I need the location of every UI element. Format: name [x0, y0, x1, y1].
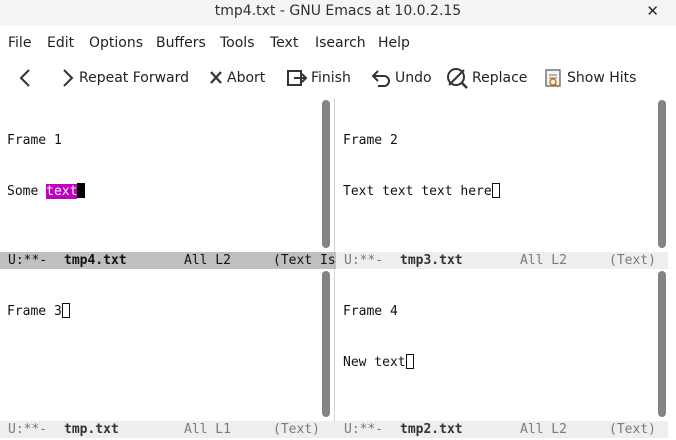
modeline-buffer-name[interactable]: tmp2.txt — [400, 421, 463, 438]
frame-3-text: Frame 3 — [7, 269, 70, 354]
frame-4-scrollbar[interactable] — [656, 269, 668, 421]
repeat-forward-label: Repeat Forward — [79, 70, 190, 86]
modeline-position: All L2 — [184, 253, 231, 268]
frame-4-modeline[interactable]: U:**- tmp2.txt All L2 (Text) — [336, 421, 668, 438]
replace-button[interactable]: Replace — [445, 67, 527, 89]
cursor — [77, 183, 86, 198]
frame-3-modeline[interactable]: U:**- tmp.txt All L1 (Text) — [0, 421, 336, 438]
close-x-icon — [210, 71, 222, 84]
frame-3-scroll-thumb[interactable] — [322, 271, 330, 417]
modeline-mode[interactable]: (Text Is — [273, 252, 336, 269]
cursor — [61, 303, 70, 318]
frame-2-window[interactable]: Frame 2 Text text text here — [336, 98, 656, 252]
modeline-buffer-name[interactable]: tmp4.txt — [64, 252, 127, 269]
chevron-left-icon — [19, 69, 30, 87]
menu-bar: File Edit Options Buffers Tools Text Ise… — [0, 29, 676, 57]
show-hits-button[interactable]: Show Hits — [544, 67, 636, 89]
window-divider[interactable] — [334, 269, 335, 421]
frame-2-modeline[interactable]: U:**- tmp3.txt All L2 (Text) — [336, 252, 668, 269]
frame-4-scroll-thumb[interactable] — [658, 271, 666, 417]
modeline-status: U:**- — [8, 422, 48, 437]
modeline-buffer-name[interactable]: tmp.txt — [64, 421, 119, 438]
frame-3-line-1: Frame 3 — [7, 303, 70, 320]
undo-icon — [371, 70, 390, 87]
menu-help[interactable]: Help — [378, 35, 410, 51]
cursor — [405, 354, 414, 369]
modeline-status: U:**- — [344, 253, 384, 268]
menu-isearch[interactable]: Isearch — [315, 35, 366, 51]
menu-edit[interactable]: Edit — [47, 35, 74, 51]
replace-icon — [447, 68, 468, 89]
frame-3-window[interactable]: Frame 3 — [0, 269, 320, 421]
chevron-right-icon — [63, 69, 74, 87]
abort-label: Abort — [227, 70, 266, 86]
menu-tools[interactable]: Tools — [220, 35, 255, 51]
frame-3-line-1-text: Frame 3 — [7, 304, 62, 319]
modeline-position: All L2 — [520, 422, 567, 437]
frame-2-line-2: Text text text here — [343, 183, 500, 200]
frame-2-scrollbar[interactable] — [656, 98, 668, 252]
frame-1-line-2: Some text — [7, 183, 86, 200]
frame-2-text: Frame 2 Text text text here — [343, 98, 500, 234]
menu-file[interactable]: File — [8, 35, 31, 51]
repeat-forward-button[interactable]: Repeat Forward — [60, 67, 189, 89]
frame-1-scrollbar[interactable] — [320, 98, 332, 252]
show-hits-label: Show Hits — [567, 70, 637, 86]
modeline-buffer-name[interactable]: tmp3.txt — [400, 252, 463, 269]
modeline-position: All L1 — [184, 422, 231, 437]
frame-1-line-1: Frame 1 — [7, 133, 62, 148]
frame-2-scroll-thumb[interactable] — [658, 100, 666, 248]
undo-label: Undo — [395, 70, 432, 86]
modeline-status: U:**- — [344, 422, 384, 437]
frame-1-window[interactable]: Frame 1 Some text — [0, 98, 320, 252]
frame-4-window[interactable]: Frame 4 New text — [336, 269, 656, 421]
frame-3-scrollbar[interactable] — [320, 269, 332, 421]
frame-2-line-1: Frame 2 — [343, 133, 398, 148]
isearch-match: text — [46, 184, 78, 199]
show-hits-icon — [545, 69, 561, 88]
abort-button[interactable]: Abort — [208, 67, 265, 89]
frame-4-line-1: Frame 4 — [343, 304, 398, 319]
frame-1-line-2-prefix: Some — [7, 184, 47, 199]
window-divider[interactable] — [334, 98, 335, 252]
finish-label: Finish — [311, 70, 351, 86]
menu-options[interactable]: Options — [89, 35, 143, 51]
modeline-status: U:**- — [8, 253, 48, 268]
finish-icon — [287, 70, 308, 86]
modeline-mode[interactable]: (Text) — [273, 421, 320, 438]
toolbar: Repeat Forward Abort Finish Undo Replace — [0, 60, 676, 96]
modeline-mode[interactable]: (Text) — [609, 252, 656, 269]
replace-label: Replace — [472, 70, 528, 86]
modeline-position: All L2 — [520, 253, 567, 268]
frame-2-line-2-text: Text text text here — [343, 184, 492, 199]
frame-1-text: Frame 1 Some text — [7, 98, 86, 234]
frame-1-scroll-thumb[interactable] — [322, 100, 330, 248]
frame-4-text: Frame 4 New text — [343, 269, 414, 405]
frame-4-line-2: New text — [343, 354, 414, 371]
cursor — [491, 183, 500, 198]
close-icon[interactable]: ✕ — [646, 2, 659, 20]
menu-text[interactable]: Text — [270, 35, 298, 51]
title-bar: tmp4.txt - GNU Emacs at 10.0.2.15 ✕ — [0, 0, 676, 26]
frame-1-modeline[interactable]: U:**- tmp4.txt All L2 (Text Is — [0, 252, 336, 269]
frame-4-line-2-text: New text — [343, 355, 406, 370]
finish-button[interactable]: Finish — [286, 67, 351, 89]
menu-buffers[interactable]: Buffers — [156, 35, 206, 51]
window-title: tmp4.txt - GNU Emacs at 10.0.2.15 — [214, 3, 462, 19]
undo-button[interactable]: Undo — [368, 67, 432, 89]
back-button[interactable] — [18, 67, 32, 89]
modeline-mode[interactable]: (Text) — [609, 421, 656, 438]
